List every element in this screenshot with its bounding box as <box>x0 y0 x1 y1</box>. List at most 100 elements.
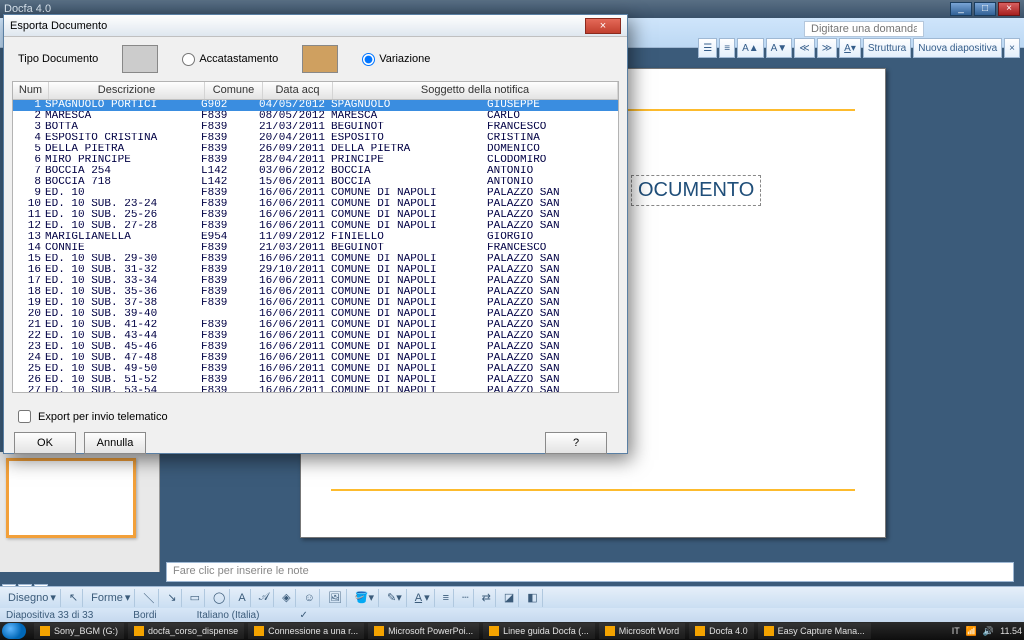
tray-clock[interactable]: 11.54 <box>1000 626 1022 636</box>
taskbar-item[interactable]: Microsoft PowerPoi... <box>368 623 479 639</box>
wordart-button[interactable]: 𝒜 <box>255 589 274 607</box>
table-row[interactable]: 21ED. 10 SUB. 41-42 F839 16/06/2011 COMU… <box>13 320 618 331</box>
col-descrizione[interactable]: Descrizione <box>49 82 205 99</box>
table-row[interactable]: 7BOCCIA 254 L142 03/06/2012 BOCCIA ANTON… <box>13 166 618 177</box>
thumbnail-pane[interactable] <box>0 452 160 572</box>
taskbar-item[interactable]: Connessione a una r... <box>248 623 364 639</box>
pointer-button[interactable]: ↖ <box>65 589 83 607</box>
table-row[interactable]: 26ED. 10 SUB. 51-52 F839 16/06/2011 COMU… <box>13 375 618 386</box>
dash-button[interactable]: ┄ <box>458 589 474 607</box>
table-row[interactable]: 10ED. 10 SUB. 23-24 F839 16/06/2011 COMU… <box>13 199 618 210</box>
slide-thumbnail[interactable] <box>6 458 136 538</box>
ok-button[interactable]: OK <box>14 432 76 454</box>
clipart-button[interactable]: ☺ <box>300 589 320 607</box>
system-tray[interactable]: IT 📶 🔊 11.54 <box>952 626 1022 637</box>
textbox-button[interactable]: A <box>234 589 250 607</box>
threed-button[interactable]: ◧ <box>523 589 542 607</box>
table-row[interactable]: 18ED. 10 SUB. 35-36 F839 16/06/2011 COMU… <box>13 287 618 298</box>
taskbar-item[interactable]: Docfa 4.0 <box>689 623 754 639</box>
taskbar-item-icon <box>374 626 384 636</box>
line-weight-button[interactable]: ≡ <box>439 589 454 607</box>
taskbar-item[interactable]: Microsoft Word <box>599 623 685 639</box>
outdent-button[interactable]: ≪ <box>794 38 814 58</box>
font-larger-button[interactable]: A▲ <box>737 38 764 58</box>
diagram-button[interactable]: ◈ <box>278 589 295 607</box>
table-row[interactable]: 17ED. 10 SUB. 33-34 F839 16/06/2011 COMU… <box>13 276 618 287</box>
tray-network-icon[interactable]: 📶 <box>966 626 977 637</box>
export-telematico-checkbox[interactable]: Export per invio telematico <box>14 407 617 426</box>
close-button[interactable]: × <box>998 2 1020 16</box>
fill-color-button[interactable]: 🪣▾ <box>351 589 379 607</box>
font-color2-button[interactable]: A▾ <box>411 589 435 607</box>
tray-volume-icon[interactable]: 🔊 <box>983 626 994 637</box>
notes-pane[interactable]: Fare clic per inserire le note <box>166 562 1014 582</box>
language: Italiano (Italia) <box>197 610 260 621</box>
table-row[interactable]: 4ESPOSITO CRISTINA F839 20/04/2011 ESPOS… <box>13 133 618 144</box>
cancel-button[interactable]: Annulla <box>84 432 146 454</box>
line-button[interactable]: ＼ <box>139 589 159 607</box>
table-row[interactable]: 16ED. 10 SUB. 31-32 F839 29/10/2011 COMU… <box>13 265 618 276</box>
list-body[interactable]: 1SPAGNUOLO PORTICI G902 04/05/2012 SPAGN… <box>13 100 618 392</box>
maximize-button[interactable]: □ <box>974 2 996 16</box>
tray-lang[interactable]: IT <box>952 626 960 636</box>
taskbar-item[interactable]: Easy Capture Mana... <box>758 623 871 639</box>
table-row[interactable]: 14CONNIE F839 21/03/2011 BEGUINOT FRANCE… <box>13 243 618 254</box>
table-row[interactable]: 24ED. 10 SUB. 47-48 F839 16/06/2011 COMU… <box>13 353 618 364</box>
taskbar-item[interactable]: Sony_BGM (G:) <box>34 623 124 639</box>
table-row[interactable]: 23ED. 10 SUB. 45-46 F839 16/06/2011 COMU… <box>13 342 618 353</box>
shapes-menu[interactable]: Forme <box>91 592 123 604</box>
table-row[interactable]: 1SPAGNUOLO PORTICI G902 04/05/2012 SPAGN… <box>13 100 618 111</box>
table-row[interactable]: 22ED. 10 SUB. 43-44 F839 16/06/2011 COMU… <box>13 331 618 342</box>
document-list: Num Descrizione Comune Data acq Soggetto… <box>12 81 619 393</box>
table-row[interactable]: 6MIRO PRINCIPE F839 28/04/2011 PRINCIPE … <box>13 155 618 166</box>
taskbar-item-icon <box>134 626 144 636</box>
dialog-titlebar[interactable]: Esporta Documento × <box>4 15 627 37</box>
indent-button[interactable]: ≫ <box>817 38 837 58</box>
table-row[interactable]: 15ED. 10 SUB. 29-30 F839 16/06/2011 COMU… <box>13 254 618 265</box>
drawing-menu[interactable]: Disegno <box>8 592 48 604</box>
outline-view-button[interactable]: Struttura <box>863 38 911 58</box>
table-row[interactable]: 9ED. 10 F839 16/06/2011 COMUNE DI NAPOLI… <box>13 188 618 199</box>
dialog-close-button[interactable]: × <box>585 18 621 34</box>
radio-accatastamento[interactable]: Accatastamento <box>182 53 278 66</box>
help-search-input[interactable] <box>804 21 924 37</box>
radio-variazione[interactable]: Variazione <box>362 53 430 66</box>
table-row[interactable]: 20ED. 10 SUB. 39-40 16/06/2011 COMUNE DI… <box>13 309 618 320</box>
col-data-acq[interactable]: Data acq <box>263 82 333 99</box>
font-color-button[interactable]: A▾ <box>839 38 861 58</box>
bullets-button[interactable]: ☰ <box>698 38 717 58</box>
rect-button[interactable]: ▭ <box>186 589 205 607</box>
arrow-button[interactable]: ↘ <box>163 589 181 607</box>
table-row[interactable]: 27ED. 10 SUB. 53-54 F839 16/06/2011 COMU… <box>13 386 618 392</box>
numbering-button[interactable]: ≡ <box>719 38 735 58</box>
table-row[interactable]: 11ED. 10 SUB. 25-26 F839 16/06/2011 COMU… <box>13 210 618 221</box>
arrow-style-button[interactable]: ⇄ <box>478 589 496 607</box>
oval-button[interactable]: ◯ <box>209 589 230 607</box>
export-document-dialog: Esporta Documento × Tipo Documento Accat… <box>3 14 628 454</box>
table-row[interactable]: 3BOTTA F839 21/03/2011 BEGUINOT FRANCESC… <box>13 122 618 133</box>
table-row[interactable]: 2MARESCA F839 08/05/2012 MARESCA CARLO <box>13 111 618 122</box>
line-color-button[interactable]: ✎▾ <box>383 589 407 607</box>
table-row[interactable]: 25ED. 10 SUB. 49-50 F839 16/06/2011 COMU… <box>13 364 618 375</box>
slide-title-fragment: OCUMENTO <box>631 175 761 206</box>
table-row[interactable]: 13MARIGLIANELLA E954 11/09/2012 FINIELLO… <box>13 232 618 243</box>
list-header[interactable]: Num Descrizione Comune Data acq Soggetto… <box>13 82 618 100</box>
picture-button[interactable]: 🖼 <box>324 589 347 607</box>
shadow-button[interactable]: ◪ <box>500 589 519 607</box>
minimize-button[interactable]: _ <box>950 2 972 16</box>
close-pane-button[interactable]: × <box>1004 38 1020 58</box>
taskbar-item[interactable]: docfa_corso_dispense <box>128 623 244 639</box>
table-row[interactable]: 5DELLA PIETRA F839 26/09/2011 DELLA PIET… <box>13 144 618 155</box>
col-soggetto[interactable]: Soggetto della notifica <box>333 82 618 99</box>
start-button[interactable] <box>2 623 26 639</box>
table-row[interactable]: 8BOCCIA 718 L142 15/06/2011 BOCCIA ANTON… <box>13 177 618 188</box>
new-slide-button[interactable]: Nuova diapositiva <box>913 38 1002 58</box>
taskbar[interactable]: Sony_BGM (G:)docfa_corso_dispenseConness… <box>0 622 1024 640</box>
table-row[interactable]: 19ED. 10 SUB. 37-38 F839 16/06/2011 COMU… <box>13 298 618 309</box>
help-button[interactable]: ? <box>545 432 607 454</box>
col-comune[interactable]: Comune <box>205 82 263 99</box>
col-num[interactable]: Num <box>13 82 49 99</box>
taskbar-item[interactable]: Linee guida Docfa (... <box>483 623 595 639</box>
table-row[interactable]: 12ED. 10 SUB. 27-28 F839 16/06/2011 COMU… <box>13 221 618 232</box>
font-smaller-button[interactable]: A▼ <box>766 38 793 58</box>
